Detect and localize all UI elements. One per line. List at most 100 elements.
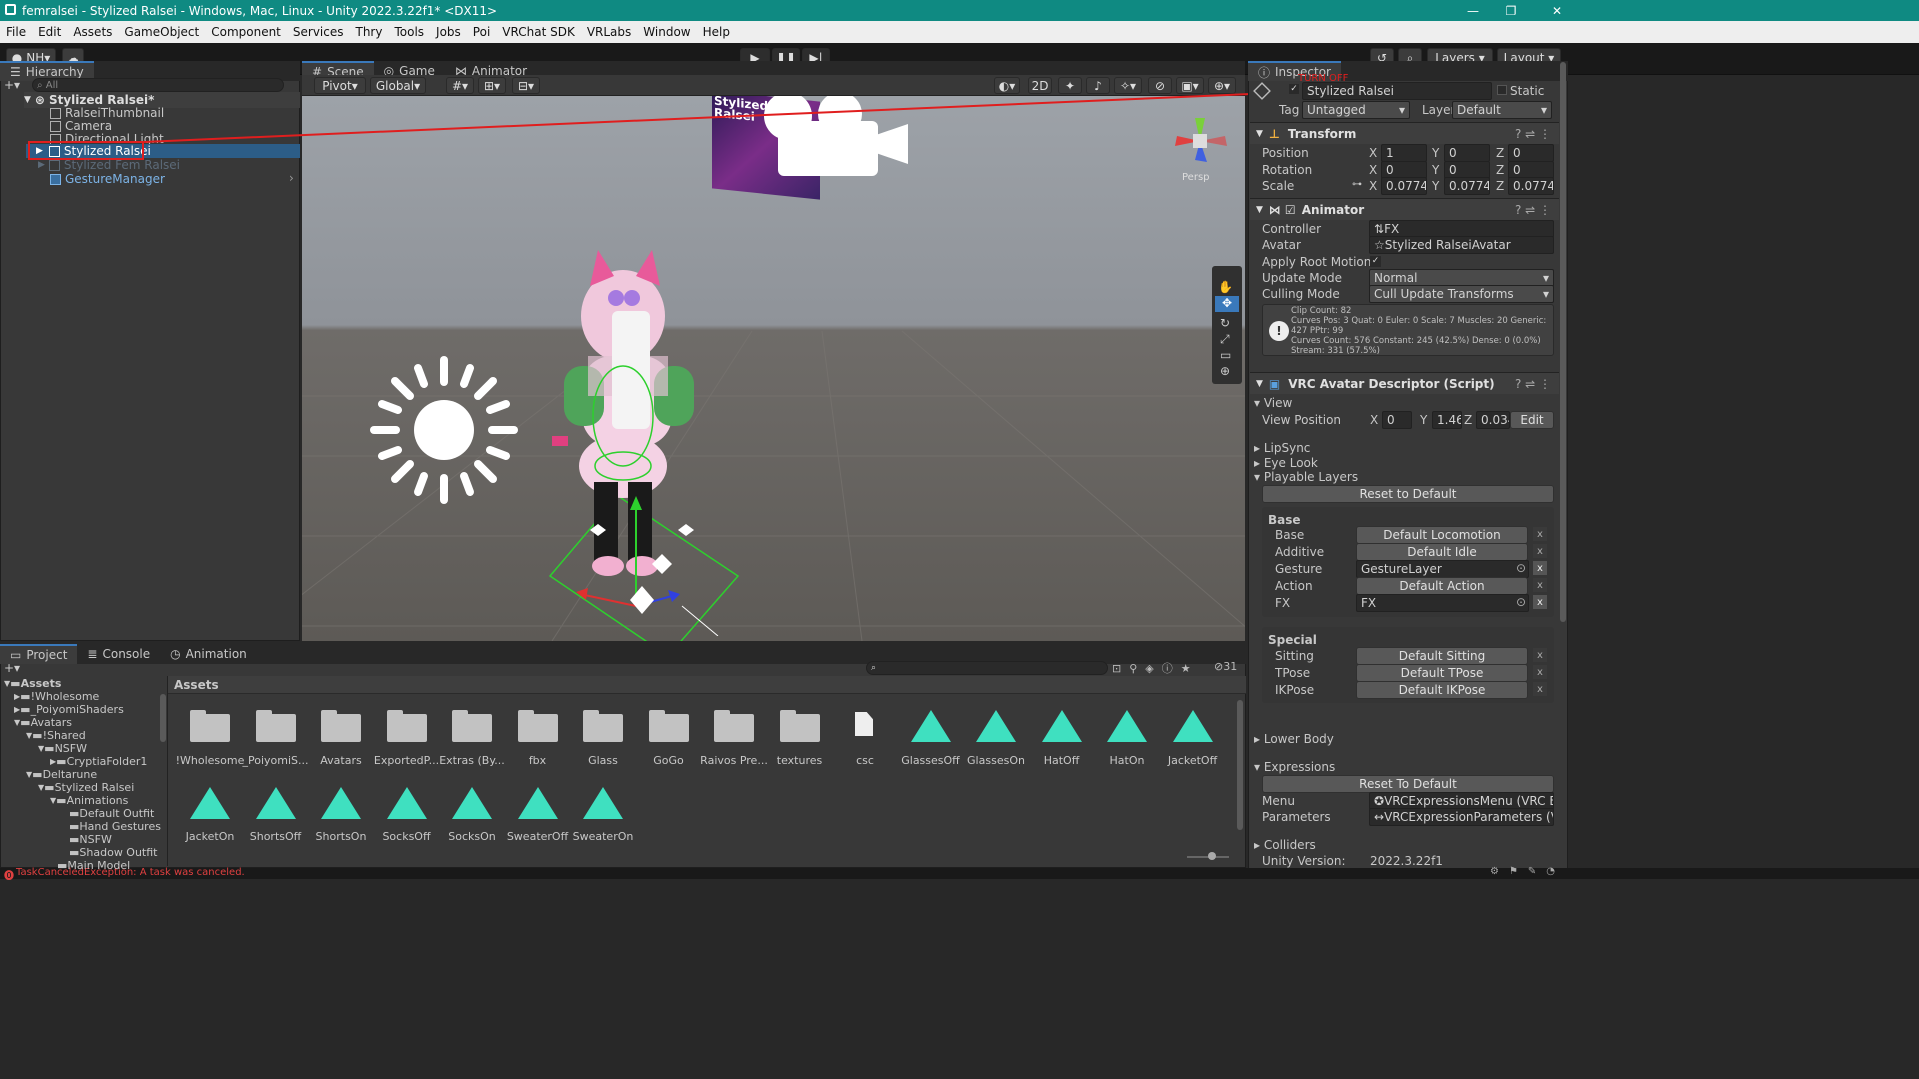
close-button[interactable]: ✕	[1534, 0, 1580, 21]
scale-y-field[interactable]: 0.07749(	[1444, 177, 1490, 195]
animator-header[interactable]: ▼ ⋈ ☑ Animator ? ⇌ ⋮	[1250, 198, 1559, 220]
menu-component[interactable]: Component	[205, 25, 287, 39]
view-position-z-field[interactable]: 0.034	[1476, 411, 1510, 429]
folder-icon[interactable]	[714, 710, 754, 742]
menu-vrlabs[interactable]: VRLabs	[581, 25, 637, 39]
gizmos-dropdown-icon[interactable]: ⊕▾	[1208, 77, 1236, 94]
menu-edit[interactable]: Edit	[32, 25, 67, 39]
tree-item[interactable]: ▬ Hand Gestures	[62, 820, 161, 833]
folder-label[interactable]: textures	[765, 754, 835, 767]
rect-tool-icon[interactable]: ▭	[1220, 348, 1231, 362]
pivot-dropdown[interactable]: Pivot ▾	[314, 77, 366, 94]
animation-label[interactable]: SocksOn	[437, 830, 507, 843]
expressions-foldout[interactable]: ▾ Expressions	[1254, 760, 1335, 774]
folder-icon[interactable]	[321, 710, 361, 742]
active-checkbox[interactable]: ✓	[1289, 84, 1299, 94]
view-position-x-field[interactable]: 0	[1382, 411, 1412, 429]
folder-icon[interactable]	[386, 710, 427, 742]
folder-icon[interactable]	[517, 710, 558, 742]
scale-z-field[interactable]: 0.07749(	[1508, 177, 1554, 195]
animation-clip-icon[interactable]	[452, 787, 492, 819]
position-x-field[interactable]: 1	[1381, 144, 1427, 162]
orientation-gizmo[interactable]	[1167, 106, 1237, 176]
hidden-packages-toggle[interactable]: ⊘31	[1214, 660, 1237, 673]
tag-dropdown[interactable]: Untagged ▾	[1302, 101, 1410, 119]
breadcrumb[interactable]: Assets	[174, 678, 219, 692]
menu-jobs[interactable]: Jobs	[430, 25, 467, 39]
scale-x-field[interactable]: 0.07749(	[1381, 177, 1427, 195]
view-foldout[interactable]: ▾ View	[1254, 396, 1292, 410]
animation-label[interactable]: JacketOn	[175, 830, 245, 843]
remove-layer-button[interactable]: x	[1533, 682, 1547, 696]
folder-label[interactable]: Extras (By...	[437, 754, 507, 767]
tree-item[interactable]: ▼ ▬ NSFW	[38, 742, 87, 755]
inspector-scrollbar[interactable]	[1560, 62, 1566, 622]
base-layer-button[interactable]: Default Idle	[1356, 543, 1528, 561]
folder-label[interactable]: ExportedP...	[372, 754, 442, 767]
2d-toggle[interactable]: 2D	[1028, 77, 1052, 94]
animation-label[interactable]: HatOff	[1027, 754, 1097, 767]
animation-label[interactable]: ShortsOn	[306, 830, 376, 843]
tree-item[interactable]: ▬ NSFW	[62, 833, 112, 846]
chevron-right-icon[interactable]: ›	[289, 171, 294, 185]
animation-clip-icon[interactable]	[517, 787, 558, 819]
avatar-field[interactable]: ☆ Stylized RalseiAvatar	[1369, 236, 1554, 254]
animation-label[interactable]: JacketOff	[1158, 754, 1228, 767]
animation-clip-icon[interactable]	[190, 787, 230, 819]
tree-item[interactable]: ▶ ▬ !Wholesome	[14, 690, 99, 703]
zoom-slider-handle[interactable]	[1208, 852, 1216, 860]
effects-toggle-icon[interactable]: ✧▾	[1114, 77, 1142, 94]
menu-file[interactable]: File	[0, 25, 32, 39]
animation-clip-icon[interactable]	[386, 787, 427, 819]
project-filter-icons[interactable]: ⊡⚲◈ⓘ★	[1112, 660, 1199, 676]
folder-label[interactable]: Glass	[568, 754, 638, 767]
special-layer-button[interactable]: Default IKPose	[1356, 681, 1528, 699]
culling-mode-dropdown[interactable]: Cull Update Transforms ▾	[1369, 285, 1554, 303]
lower-body-foldout[interactable]: ▸ Lower Body	[1254, 732, 1334, 746]
shading-mode-icon[interactable]: ◐▾	[994, 77, 1020, 94]
scene-viewport[interactable]: Stylized Ralsei Persp ✋ ✥ ↻ ⤢ ▭ ⊕	[302, 96, 1245, 641]
animation-label[interactable]: SocksOff	[372, 830, 442, 843]
base-layer-button[interactable]: Default Locomotion	[1356, 526, 1528, 544]
maximize-button[interactable]: ❐	[1488, 0, 1534, 21]
audio-toggle-icon[interactable]: ♪	[1086, 77, 1110, 94]
component-menu-icon[interactable]: ? ⇌ ⋮	[1515, 377, 1551, 391]
tree-item[interactable]: ▼ ▬ Stylized Ralsei	[38, 781, 134, 794]
folder-label[interactable]: GoGo	[634, 754, 704, 767]
folder-icon[interactable]	[583, 710, 623, 742]
folder-label[interactable]: !Wholesome	[175, 754, 245, 767]
status-icons[interactable]: ⚙⚑✎◔	[1490, 866, 1565, 877]
assets-scrollbar[interactable]	[1237, 700, 1243, 830]
menu-poi[interactable]: Poi	[467, 25, 496, 39]
folder-icon[interactable]	[779, 710, 820, 742]
special-layer-button[interactable]: Default TPose	[1356, 664, 1528, 682]
camera-settings-icon[interactable]: ▣▾	[1176, 77, 1204, 94]
remove-layer-button[interactable]: x	[1533, 578, 1547, 592]
expressions-parameters-field[interactable]: ↔VRCExpressionParameters (VRC E	[1369, 808, 1554, 826]
enabled-checkbox[interactable]: ☑	[1285, 203, 1296, 217]
object-name-field[interactable]: Stylized Ralsei	[1302, 82, 1492, 100]
animation-label[interactable]: GlassesOn	[961, 754, 1031, 767]
animation-label[interactable]: SweaterOn	[568, 830, 638, 843]
menu-help[interactable]: Help	[697, 25, 736, 39]
component-menu-icon[interactable]: ? ⇌ ⋮	[1515, 203, 1551, 217]
animation-clip-icon[interactable]	[255, 787, 296, 819]
lighting-toggle-icon[interactable]: ✦	[1058, 77, 1082, 94]
component-menu-icon[interactable]: ? ⇌ ⋮	[1515, 127, 1551, 141]
remove-layer-button[interactable]: x	[1533, 648, 1547, 662]
tree-item[interactable]: ▬ Shadow Outfit	[62, 846, 158, 859]
rotate-tool-icon[interactable]: ↻	[1220, 316, 1230, 330]
folder-label[interactable]: fbx	[503, 754, 573, 767]
transform-header[interactable]: ▼ ⊥ Transform ? ⇌ ⋮	[1250, 122, 1559, 144]
menu-gameobject[interactable]: GameObject	[118, 25, 205, 39]
colliders-foldout[interactable]: ▸ Colliders	[1254, 838, 1316, 852]
link-icon[interactable]: ⊶	[1352, 179, 1362, 190]
base-layer-field[interactable]: FX	[1356, 594, 1529, 612]
menu-thry[interactable]: Thry	[350, 25, 389, 39]
animation-clip-icon[interactable]	[976, 710, 1016, 742]
lipsync-foldout[interactable]: ▸ LipSync	[1254, 441, 1310, 455]
folder-icon[interactable]	[452, 710, 492, 742]
animation-clip-icon[interactable]	[1107, 710, 1147, 742]
apply-root-motion-checkbox[interactable]: ✓	[1370, 256, 1381, 267]
object-picker-icon[interactable]: ⊙	[1516, 561, 1526, 575]
